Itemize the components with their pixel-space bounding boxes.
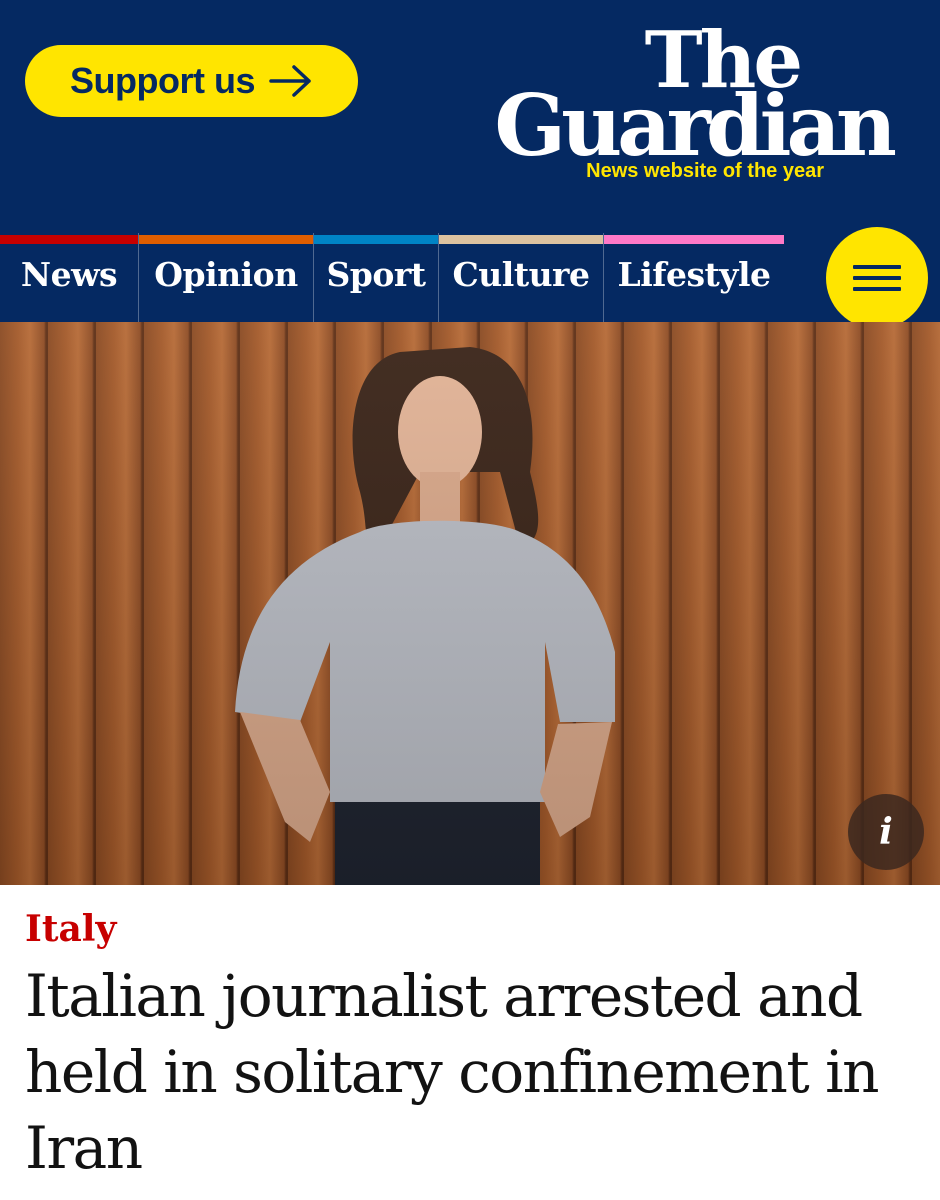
logo-tagline: News website of the year [586,160,824,182]
nav-pillar-bar-opinion [139,235,313,244]
nav-item-culture[interactable]: Culture [439,233,604,322]
menu-button[interactable] [826,227,928,329]
nav-label-sport: Sport [326,255,426,294]
nav-pillar-bar-culture [439,235,603,244]
article-main-photo [0,322,940,885]
hamburger-menu-icon-line [853,276,901,280]
article-kicker[interactable]: Italy [25,908,116,950]
section-nav: News Opinion Sport Culture Lifestyle [0,233,940,322]
nav-item-sport[interactable]: Sport [314,233,439,322]
arrow-right-icon [269,65,311,97]
nav-item-lifestyle[interactable]: Lifestyle [604,233,784,322]
article-headline: Italian journalist arrested and held in … [25,962,880,1182]
nav-label-news: News [20,255,118,294]
guardian-logo[interactable]: The Guardian News website of the year [472,22,897,192]
masthead: Support us The Guardian News website of … [0,0,940,233]
support-us-button[interactable]: Support us [25,45,358,117]
photo-info-button[interactable]: i [848,794,924,870]
nav-pillar-bar-lifestyle [604,235,784,244]
hamburger-menu-icon [853,265,901,269]
photo-shade [0,322,940,885]
nav-item-opinion[interactable]: Opinion [139,233,314,322]
nav-pillar-bar-sport [314,235,438,244]
info-icon: i [879,811,893,853]
nav-item-news[interactable]: News [0,233,139,322]
hamburger-menu-icon-line [853,287,901,291]
nav-label-lifestyle: Lifestyle [617,255,771,294]
nav-label-opinion: Opinion [154,255,298,294]
support-us-label: Support us [70,60,255,101]
nav-pillar-bar-news [0,235,138,244]
nav-label-culture: Culture [452,255,590,294]
